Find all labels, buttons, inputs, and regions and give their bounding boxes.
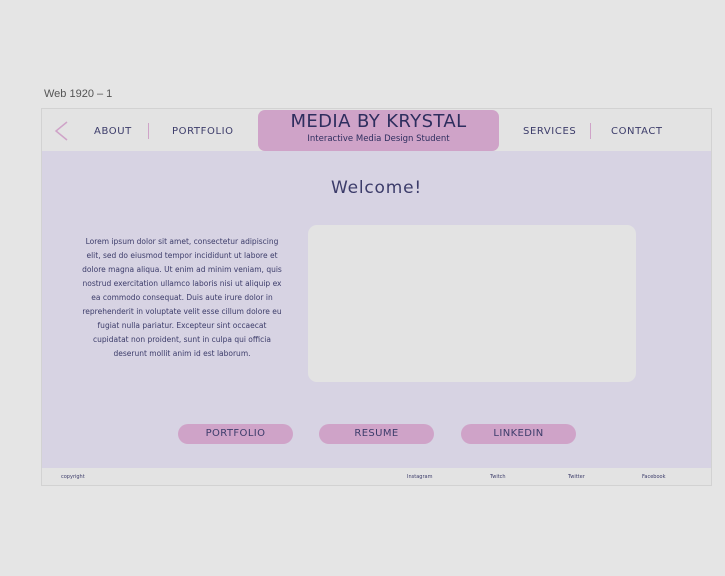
footer-facebook-link[interactable]: Facebook xyxy=(642,474,666,480)
media-placeholder xyxy=(308,225,636,382)
welcome-heading: Welcome! xyxy=(331,178,422,198)
web-artboard: ABOUT PORTFOLIO MEDIA BY KRYSTAL Interac… xyxy=(41,108,712,486)
resume-button[interactable]: RESUME xyxy=(319,424,434,444)
footer-twitch-link[interactable]: Twitch xyxy=(490,474,506,480)
linkedin-button[interactable]: LINKEDIN xyxy=(461,424,576,444)
artboard-label: Web 1920 – 1 xyxy=(44,88,113,100)
nav-contact-link[interactable]: CONTACT xyxy=(611,126,663,137)
nav-divider xyxy=(590,123,591,139)
footer-twitter-link[interactable]: Twitter xyxy=(568,474,585,480)
brand-subtitle: Interactive Media Design Student xyxy=(307,134,450,144)
nav-about-link[interactable]: ABOUT xyxy=(94,126,132,137)
brand-title: MEDIA BY KRYSTAL xyxy=(290,111,467,132)
chevron-left-icon[interactable] xyxy=(52,119,72,143)
top-nav: ABOUT PORTFOLIO MEDIA BY KRYSTAL Interac… xyxy=(42,109,711,151)
portfolio-button[interactable]: PORTFOLIO xyxy=(178,424,293,444)
nav-services-link[interactable]: SERVICES xyxy=(523,126,576,137)
nav-portfolio-link[interactable]: PORTFOLIO xyxy=(172,126,234,137)
nav-divider xyxy=(148,123,149,139)
footer: copyright Instagram Twitch Twitter Faceb… xyxy=(42,468,711,485)
copyright-text: copyright xyxy=(61,474,85,480)
brand-logo[interactable]: MEDIA BY KRYSTAL Interactive Media Desig… xyxy=(258,110,499,151)
main-section: Welcome! Lorem ipsum dolor sit amet, con… xyxy=(42,151,711,468)
footer-instagram-link[interactable]: Instagram xyxy=(407,474,432,480)
intro-paragraph: Lorem ipsum dolor sit amet, consectetur … xyxy=(82,237,282,358)
